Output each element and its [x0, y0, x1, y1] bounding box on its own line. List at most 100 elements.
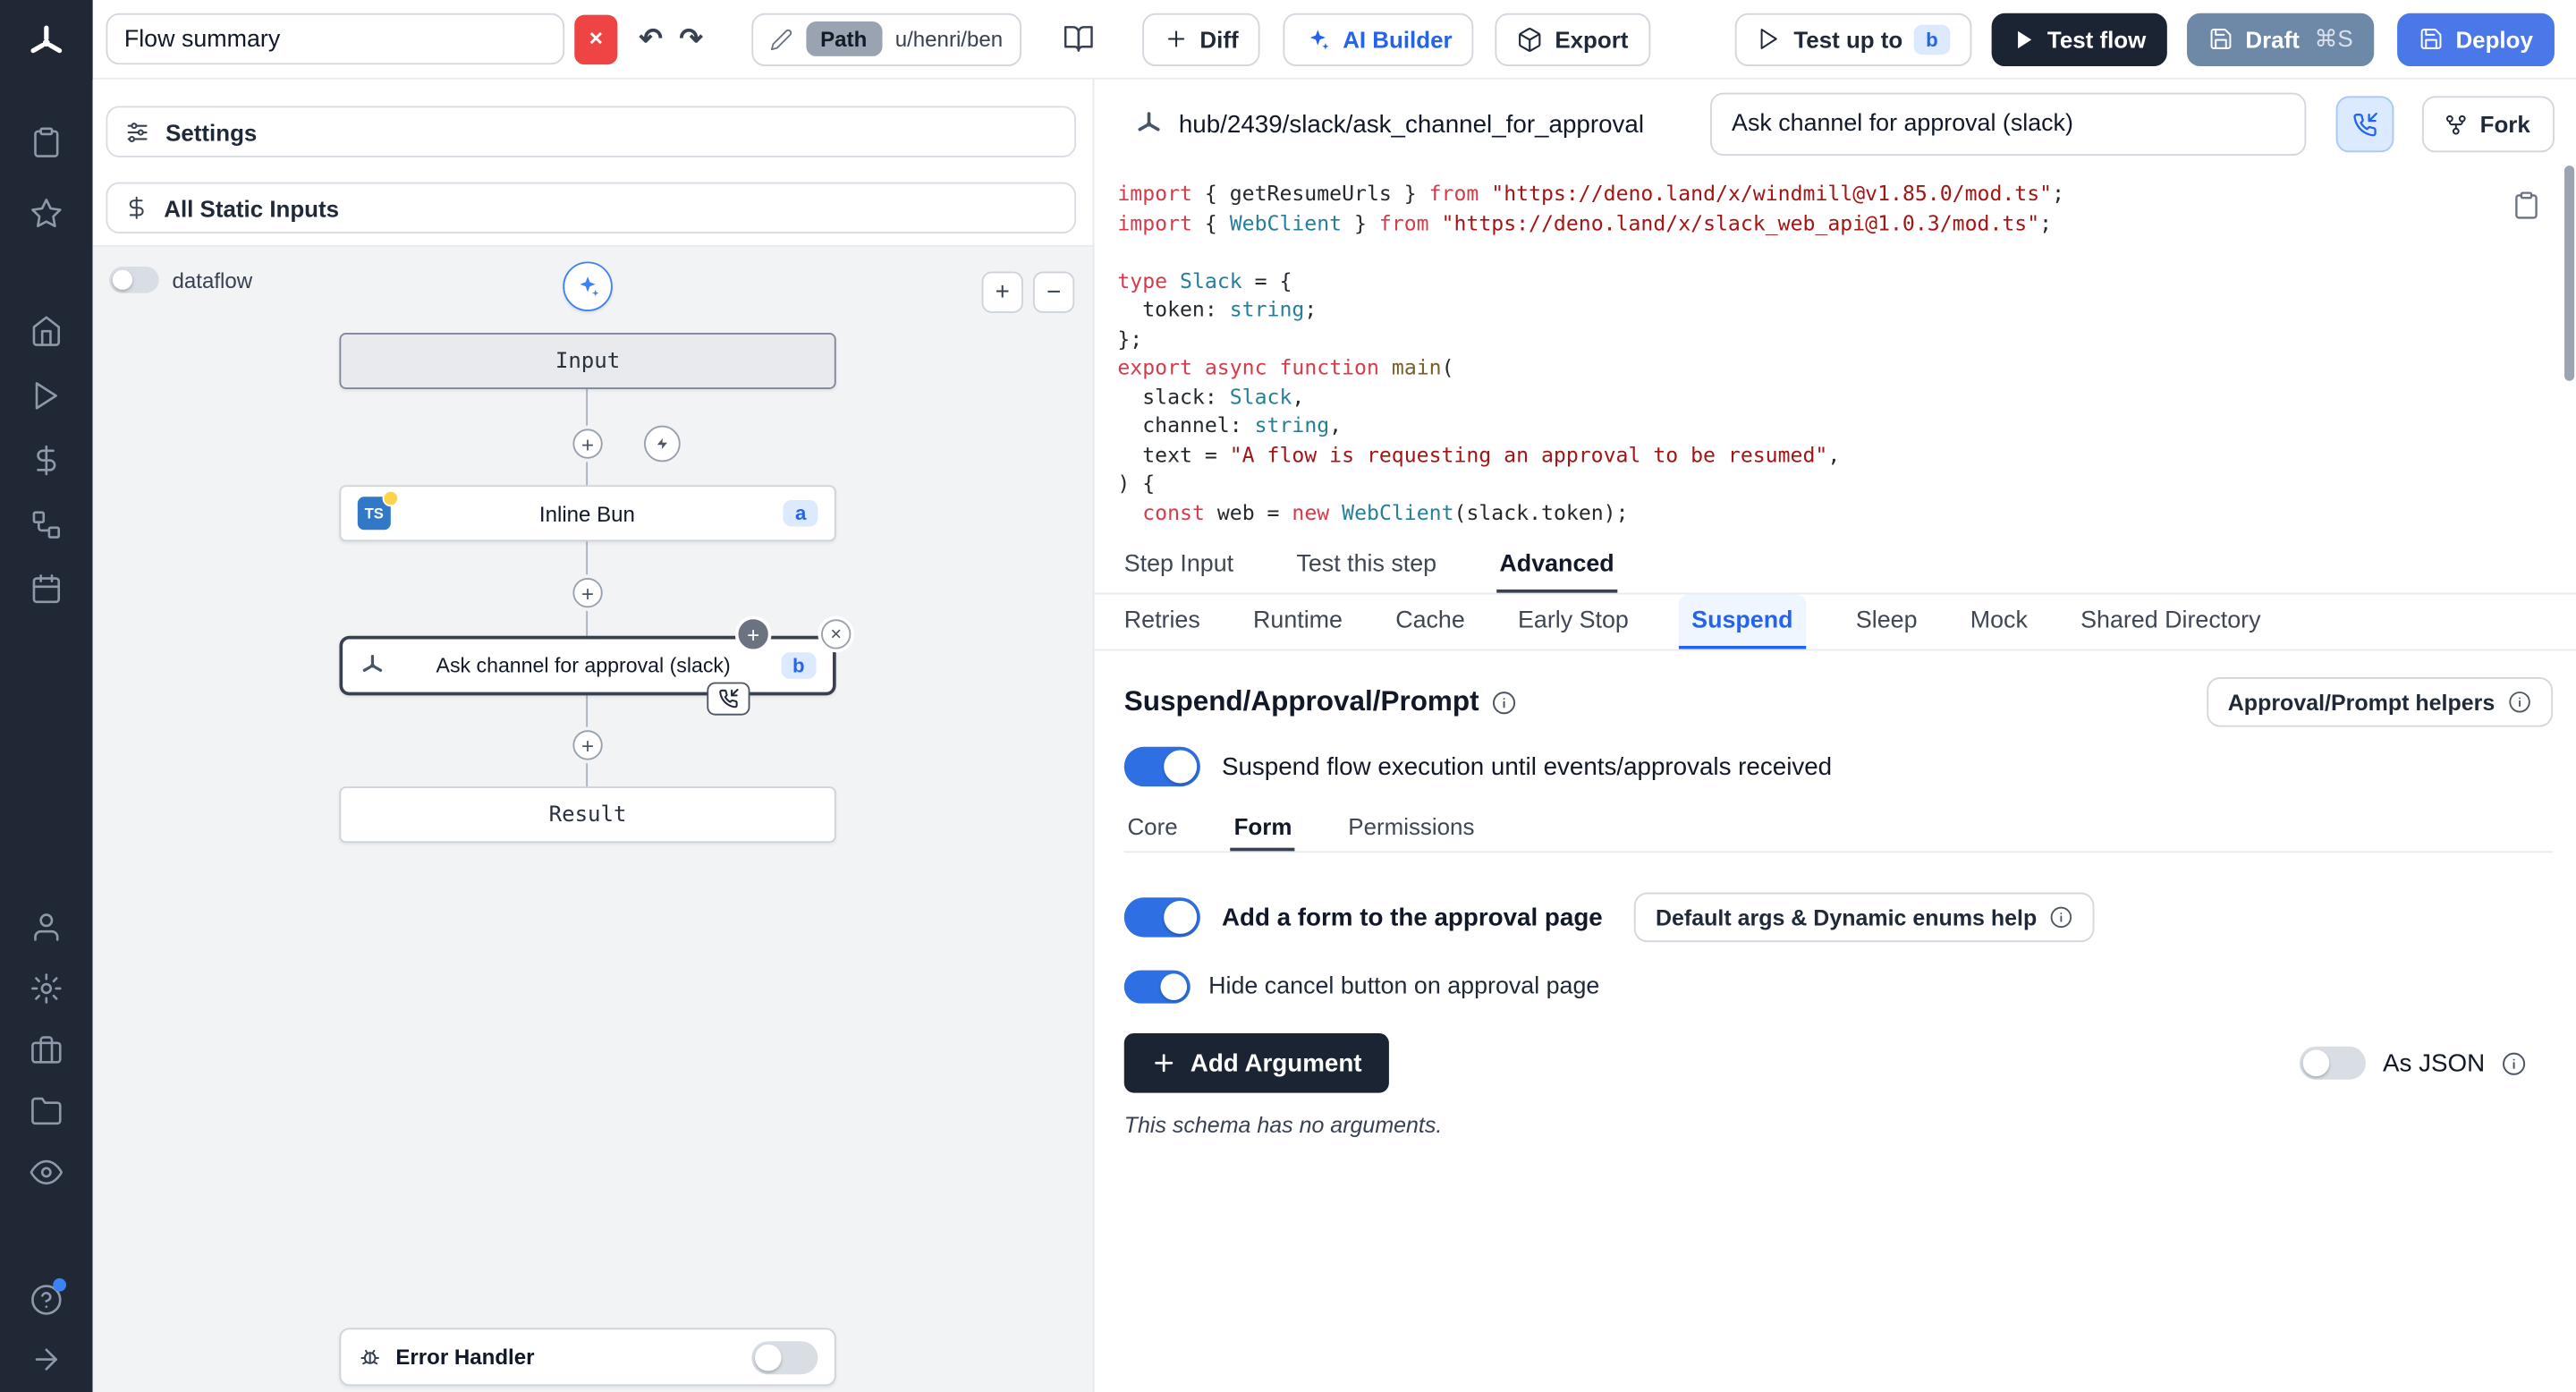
flow-settings-row[interactable]: Settings: [106, 106, 1076, 157]
suspend-indicator-chip[interactable]: [707, 683, 750, 716]
insert-above-button[interactable]: +: [739, 619, 768, 649]
approval-helpers-button[interactable]: Approval/Prompt helpers: [2207, 677, 2553, 727]
path-value: u/henri/ben: [895, 27, 1003, 52]
tab-sleep[interactable]: Sleep: [1852, 594, 1920, 649]
hide-cancel-toggle[interactable]: [1124, 971, 1191, 1004]
tab-form[interactable]: Form: [1231, 803, 1295, 852]
default-args-help-button[interactable]: Default args & Dynamic enums help: [1634, 893, 2095, 943]
add-argument-button[interactable]: Add Argument: [1124, 1033, 1388, 1093]
info-icon: [2508, 691, 2531, 714]
node-result[interactable]: Result: [339, 786, 835, 843]
play-outline-icon: [1758, 27, 1783, 52]
undo-button[interactable]: ↶: [631, 13, 671, 65]
close-icon: ✕: [589, 28, 604, 49]
diff-button[interactable]: Diff: [1142, 13, 1260, 65]
tab-shared-directory[interactable]: Shared Directory: [2077, 594, 2264, 649]
remove-step-button[interactable]: ✕: [821, 619, 851, 649]
insert-step-button[interactable]: +: [572, 730, 602, 760]
add-argument-label: Add Argument: [1191, 1049, 1362, 1077]
dollar-icon: [124, 195, 149, 220]
insert-step-button[interactable]: +: [572, 429, 602, 458]
deploy-button[interactable]: Deploy: [2398, 13, 2555, 65]
test-up-to-button[interactable]: Test up tob: [1736, 13, 1971, 65]
test-flow-button[interactable]: Test flow: [1991, 13, 2167, 65]
flow-summary-input[interactable]: [106, 13, 564, 64]
code-editor[interactable]: import { getResumeUrls } from "https://d…: [1094, 166, 2559, 538]
docs-button[interactable]: [1055, 13, 1103, 65]
hub-icon: [360, 652, 386, 679]
rail-users-button[interactable]: [0, 899, 93, 955]
rail-resources-button[interactable]: [0, 497, 93, 553]
dollar-icon: [30, 444, 63, 477]
delete-flow-button[interactable]: ✕: [574, 14, 617, 64]
pencil-icon: [769, 28, 792, 51]
rail-runs-play-button[interactable]: [0, 368, 93, 424]
rail-audit-button[interactable]: [0, 1144, 93, 1201]
ai-flow-button[interactable]: [563, 261, 613, 311]
sparkle-icon: [574, 273, 601, 300]
tab-advanced[interactable]: Advanced: [1496, 539, 1618, 593]
info-icon[interactable]: [1492, 690, 1517, 715]
rail-home-button[interactable]: [0, 303, 93, 360]
step-name-input[interactable]: [1710, 93, 2306, 156]
suspend-heading-row: Suspend/Approval/Prompt Approval/Prompt …: [1124, 672, 2553, 732]
info-icon: [2502, 1050, 2527, 1075]
zoom-out-button[interactable]: −: [1033, 272, 1074, 313]
node-inline-bun[interactable]: TS Inline Bun a: [339, 485, 835, 541]
windmill-logo[interactable]: [0, 13, 93, 73]
form-toggle-row: Add a form to the approval page Default …: [1124, 891, 2553, 944]
left-rail: [0, 0, 93, 1392]
redo-button[interactable]: ↷: [671, 13, 711, 65]
path-control[interactable]: Path u/henri/ben: [750, 13, 1021, 65]
error-handler-toggle[interactable]: [751, 1340, 818, 1373]
book-open-icon: [1063, 23, 1094, 55]
rail-collapse-button[interactable]: [0, 1331, 93, 1388]
editor-scrollbar[interactable]: [2564, 166, 2574, 381]
tab-test-this-step[interactable]: Test this step: [1293, 539, 1440, 593]
top-toolbar: ✕ ↶ ↷ Path u/henri/ben Diff AI Builder E…: [93, 0, 2576, 80]
all-static-inputs-row[interactable]: All Static Inputs: [106, 182, 1076, 233]
advanced-tabs: Retries Runtime Cache Early Stop Suspend…: [1094, 594, 2576, 650]
suspend-enabled-button[interactable]: [2336, 96, 2394, 152]
tab-core[interactable]: Core: [1124, 803, 1182, 852]
node-input[interactable]: Input: [339, 333, 835, 389]
play-filled-icon: [2012, 28, 2036, 51]
insert-step-button[interactable]: +: [572, 578, 602, 607]
node-approval-id: b: [781, 652, 817, 679]
tab-permissions[interactable]: Permissions: [1345, 803, 1479, 852]
rail-folders-button[interactable]: [0, 1082, 93, 1139]
tab-retries[interactable]: Retries: [1121, 594, 1203, 649]
rail-workers-button[interactable]: [0, 1022, 93, 1078]
suspend-subtabs: Core Form Permissions: [1124, 803, 2553, 853]
play-icon: [30, 379, 63, 412]
save-icon: [2209, 27, 2234, 52]
fork-button[interactable]: Fork: [2422, 96, 2555, 152]
rail-runs-button[interactable]: [0, 115, 93, 171]
rail-variables-button[interactable]: [0, 432, 93, 488]
error-handler-row[interactable]: Error Handler: [339, 1328, 835, 1386]
tab-runtime[interactable]: Runtime: [1250, 594, 1345, 649]
tab-cache[interactable]: Cache: [1392, 594, 1468, 649]
copy-code-button[interactable]: [2504, 185, 2547, 228]
rail-favorites-button[interactable]: [0, 185, 93, 242]
tab-step-input[interactable]: Step Input: [1121, 539, 1237, 593]
zoom-in-button[interactable]: +: [982, 272, 1023, 313]
ai-builder-button[interactable]: AI Builder: [1284, 13, 1474, 65]
dataflow-toggle[interactable]: [109, 267, 159, 293]
export-button[interactable]: Export: [1496, 13, 1650, 65]
as-json-toggle[interactable]: [2300, 1047, 2366, 1080]
rail-schedules-button[interactable]: [0, 561, 93, 617]
windmill-logo-icon: [25, 21, 68, 64]
rail-settings-button[interactable]: [0, 961, 93, 1017]
form-toggle[interactable]: [1124, 897, 1200, 937]
draft-button[interactable]: Draft⌘S: [2188, 13, 2375, 65]
tab-suspend[interactable]: Suspend: [1678, 594, 1806, 649]
suspend-toggle[interactable]: [1124, 747, 1200, 786]
eye-icon: [30, 1156, 63, 1189]
tab-early-stop[interactable]: Early Stop: [1514, 594, 1631, 649]
empty-schema-text: This schema has no arguments.: [1124, 1113, 1443, 1138]
trigger-button[interactable]: [644, 426, 681, 463]
rail-help-button[interactable]: [0, 1271, 93, 1328]
user-icon: [30, 911, 63, 944]
tab-mock[interactable]: Mock: [1967, 594, 2031, 649]
